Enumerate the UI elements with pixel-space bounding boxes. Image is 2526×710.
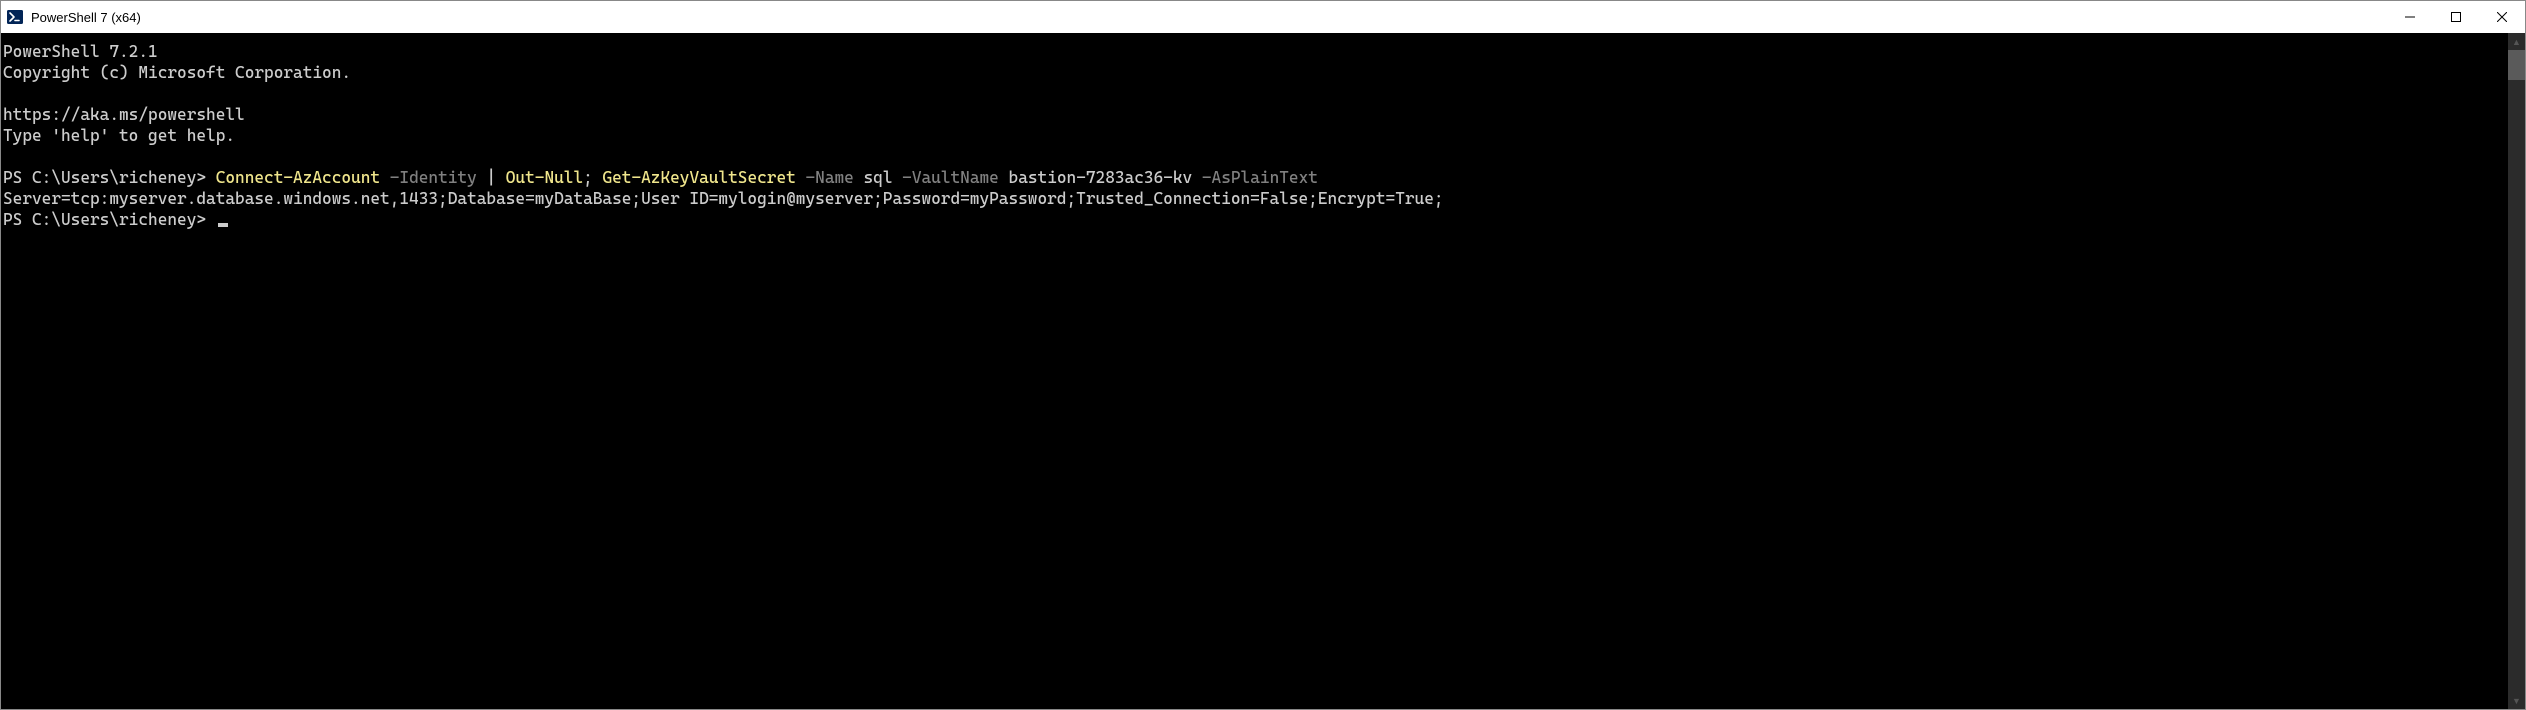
operator: | [477, 168, 506, 187]
arg: sql [854, 168, 893, 187]
operator: ; [583, 168, 602, 187]
cursor [218, 223, 228, 227]
scroll-up-arrow[interactable]: ▲ [2508, 33, 2525, 50]
banner-help: Type 'help' to get help. [3, 126, 235, 145]
vertical-scrollbar[interactable]: ▲ ▼ [2508, 33, 2525, 709]
app-icon-box [1, 9, 29, 25]
terminal[interactable]: PowerShell 7.2.1 Copyright (c) Microsoft … [1, 33, 2508, 709]
maximize-icon [2451, 12, 2461, 22]
cmdlet: Get-AzKeyVaultSecret [602, 168, 795, 187]
titlebar[interactable]: PowerShell 7 (x64) [1, 1, 2525, 33]
cmdlet: Connect-AzAccount [216, 168, 380, 187]
powershell-window: PowerShell 7 (x64) PowerShell 7.2. [0, 0, 2526, 710]
param: -Name [796, 168, 854, 187]
scroll-thumb[interactable] [2508, 50, 2525, 80]
scroll-down-arrow[interactable]: ▼ [2508, 692, 2525, 709]
command-line-1: PS C:\Users\richeney> Connect-AzAccount … [3, 167, 2508, 188]
powershell-icon [7, 9, 23, 25]
window-title: PowerShell 7 (x64) [29, 10, 141, 25]
banner-version: PowerShell 7.2.1 [3, 42, 158, 61]
prompt-prefix: PS C:\Users\richeney> [3, 168, 216, 187]
prompt-prefix: PS C:\Users\richeney> [3, 210, 216, 229]
window-controls [2387, 1, 2525, 33]
command-output: Server=tcp:myserver.database.windows.net… [3, 189, 1444, 208]
close-icon [2497, 12, 2507, 22]
param: -VaultName [893, 168, 999, 187]
param: -Identity [380, 168, 477, 187]
close-button[interactable] [2479, 1, 2525, 33]
banner-url: https://aka.ms/powershell [3, 105, 245, 124]
maximize-button[interactable] [2433, 1, 2479, 33]
minimize-icon [2405, 12, 2415, 22]
banner-copyright: Copyright (c) Microsoft Corporation. [3, 63, 351, 82]
cmdlet: Out-Null [506, 168, 583, 187]
arg: bastion-7283ac36-kv [999, 168, 1192, 187]
command-line-2: PS C:\Users\richeney> [3, 209, 2508, 230]
param: -AsPlainText [1192, 168, 1318, 187]
minimize-button[interactable] [2387, 1, 2433, 33]
terminal-area: PowerShell 7.2.1 Copyright (c) Microsoft … [1, 33, 2525, 709]
